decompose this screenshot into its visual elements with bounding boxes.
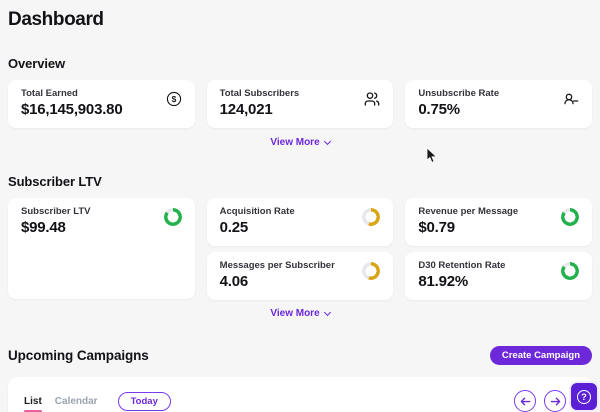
stat-card-total-earned: Total Earned $16,145,903.80 $ xyxy=(8,80,195,128)
help-button[interactable]: ? xyxy=(569,381,599,412)
user-minus-icon xyxy=(563,91,579,107)
upcoming-campaigns-heading: Upcoming Campaigns xyxy=(8,348,149,363)
stat-value: $16,145,903.80 xyxy=(21,101,122,118)
progress-ring-icon xyxy=(362,262,380,280)
stat-label: Revenue per Message xyxy=(418,206,518,217)
arrow-left-icon xyxy=(520,396,531,407)
stat-label: Unsubscribe Rate xyxy=(418,88,499,99)
stat-value: $99.48 xyxy=(21,219,91,236)
dollar-circle-icon: $ xyxy=(166,91,182,107)
page-title: Dashboard xyxy=(8,0,592,31)
progress-ring-icon xyxy=(561,262,579,280)
stat-card-acquisition-rate: Acquisition Rate 0.25 xyxy=(207,198,394,246)
stat-label: Total Subscribers xyxy=(220,88,300,99)
subscriber-ltv-cards: Subscriber LTV $99.48 Acquisition Rate 0… xyxy=(8,198,592,299)
stat-value: 81.92% xyxy=(418,273,505,290)
stat-value: 0.75% xyxy=(418,101,499,118)
view-more-label: View More xyxy=(270,137,319,148)
view-more-label: View More xyxy=(270,308,319,319)
arrow-right-icon xyxy=(550,396,561,407)
create-campaign-button[interactable]: Create Campaign xyxy=(490,346,592,365)
overview-cards: Total Earned $16,145,903.80 $ Total Subs… xyxy=(8,80,592,128)
stat-card-d30-retention-rate: D30 Retention Rate 81.92% xyxy=(405,252,592,300)
today-button[interactable]: Today xyxy=(118,392,171,411)
stat-value: $0.79 xyxy=(418,219,518,236)
stat-card-subscriber-ltv: Subscriber LTV $99.48 xyxy=(8,198,195,299)
overview-heading: Overview xyxy=(8,56,592,71)
stat-label: D30 Retention Rate xyxy=(418,260,505,271)
stat-label: Total Earned xyxy=(21,88,122,99)
tab-calendar[interactable]: Calendar xyxy=(55,396,98,407)
progress-ring-icon xyxy=(561,208,579,226)
stat-value: 0.25 xyxy=(220,219,295,236)
stat-card-messages-per-subscriber: Messages per Subscriber 4.06 xyxy=(207,252,394,300)
overview-view-more-link[interactable]: View More xyxy=(8,137,592,148)
question-mark-icon: ? xyxy=(577,390,591,404)
subscriber-ltv-view-more-link[interactable]: View More xyxy=(8,308,592,319)
subscriber-ltv-heading: Subscriber LTV xyxy=(8,174,592,189)
stat-label: Acquisition Rate xyxy=(220,206,295,217)
stat-value: 124,021 xyxy=(220,101,300,118)
svg-text:$: $ xyxy=(171,94,176,104)
stat-card-unsubscribe-rate: Unsubscribe Rate 0.75% xyxy=(405,80,592,128)
stat-label: Messages per Subscriber xyxy=(220,260,335,271)
stat-card-total-subscribers: Total Subscribers 124,021 xyxy=(207,80,394,128)
stat-value: 4.06 xyxy=(220,273,335,290)
progress-ring-icon xyxy=(362,208,380,226)
stat-label: Subscriber LTV xyxy=(21,206,91,217)
tab-list[interactable]: List xyxy=(24,396,42,407)
chevron-down-icon xyxy=(324,137,331,144)
stat-card-revenue-per-message: Revenue per Message $0.79 xyxy=(405,198,592,246)
campaigns-panel: List Calendar Today October 18th, 2022 t… xyxy=(8,377,592,412)
chevron-down-icon xyxy=(324,308,331,315)
progress-ring-icon xyxy=(164,208,182,226)
users-icon xyxy=(364,91,380,107)
next-arrow-button[interactable] xyxy=(544,390,566,412)
prev-arrow-button[interactable] xyxy=(514,390,536,412)
